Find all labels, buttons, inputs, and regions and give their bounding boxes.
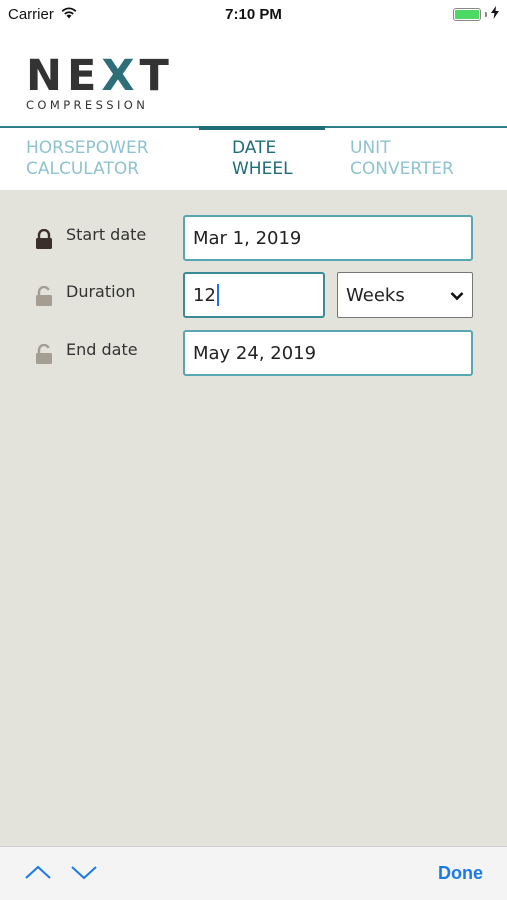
end-date-field[interactable]: May 24, 2019 <box>183 330 473 376</box>
app-header: NE X T COMPRESSION <box>0 28 507 126</box>
tab-label-line1: UNIT <box>350 138 391 158</box>
chevron-down-icon[interactable] <box>70 861 98 888</box>
duration-unit-select[interactable]: Weeks <box>337 272 473 318</box>
wifi-icon <box>60 6 78 23</box>
date-wheel-panel: Start date Mar 1, 2019 Duration 12 Weeks <box>0 190 507 846</box>
tab-label-line1: HORSEPOWER <box>26 138 149 158</box>
tab-label-line1: DATE <box>232 138 277 158</box>
battery-indicator <box>453 5 499 23</box>
status-bar: Carrier 7:10 PM <box>0 0 507 28</box>
tab-label-line2: CALCULATOR <box>26 159 140 179</box>
lock-open-icon[interactable] <box>35 343 53 364</box>
start-date-label: Start date <box>66 225 147 244</box>
tab-horsepower-calculator[interactable]: HORSEPOWER CALCULATOR <box>26 138 149 180</box>
end-date-label: End date <box>66 340 138 359</box>
text-caret <box>216 284 219 306</box>
start-date-value: Mar 1, 2019 <box>193 227 302 249</box>
duration-row: Duration 12 Weeks <box>0 272 507 318</box>
charging-bolt-icon <box>491 5 499 23</box>
end-date-row: End date May 24, 2019 <box>0 330 507 376</box>
keyboard-accessory-toolbar: Done <box>0 846 507 900</box>
tab-label-line2: WHEEL <box>232 159 293 179</box>
lock-open-icon[interactable] <box>35 285 53 306</box>
status-time: 7:10 PM <box>225 5 282 23</box>
duration-input[interactable]: 12 <box>183 272 325 318</box>
battery-icon <box>453 7 481 21</box>
brand-wordmark: NE X T <box>26 51 174 101</box>
chevron-down-icon <box>450 285 464 306</box>
duration-value: 12 <box>193 284 216 306</box>
done-button[interactable]: Done <box>438 863 483 884</box>
brand-logo: NE X T COMPRESSION <box>26 51 174 113</box>
tab-unit-converter[interactable]: UNIT CONVERTER <box>350 138 454 180</box>
lock-closed-icon[interactable] <box>35 228 53 249</box>
duration-unit-value: Weeks <box>346 284 405 306</box>
carrier-label: Carrier <box>8 5 54 23</box>
tab-bar: HORSEPOWER CALCULATOR DATE WHEEL UNIT CO… <box>0 126 507 190</box>
end-date-value: May 24, 2019 <box>193 342 317 364</box>
chevron-up-icon[interactable] <box>24 861 52 888</box>
duration-label: Duration <box>66 282 136 301</box>
start-date-row: Start date Mar 1, 2019 <box>0 215 507 261</box>
status-left: Carrier <box>8 6 78 23</box>
active-tab-indicator <box>199 126 325 130</box>
tab-label-line2: CONVERTER <box>350 159 454 179</box>
tab-date-wheel[interactable]: DATE WHEEL <box>232 138 293 180</box>
start-date-field[interactable]: Mar 1, 2019 <box>183 215 473 261</box>
